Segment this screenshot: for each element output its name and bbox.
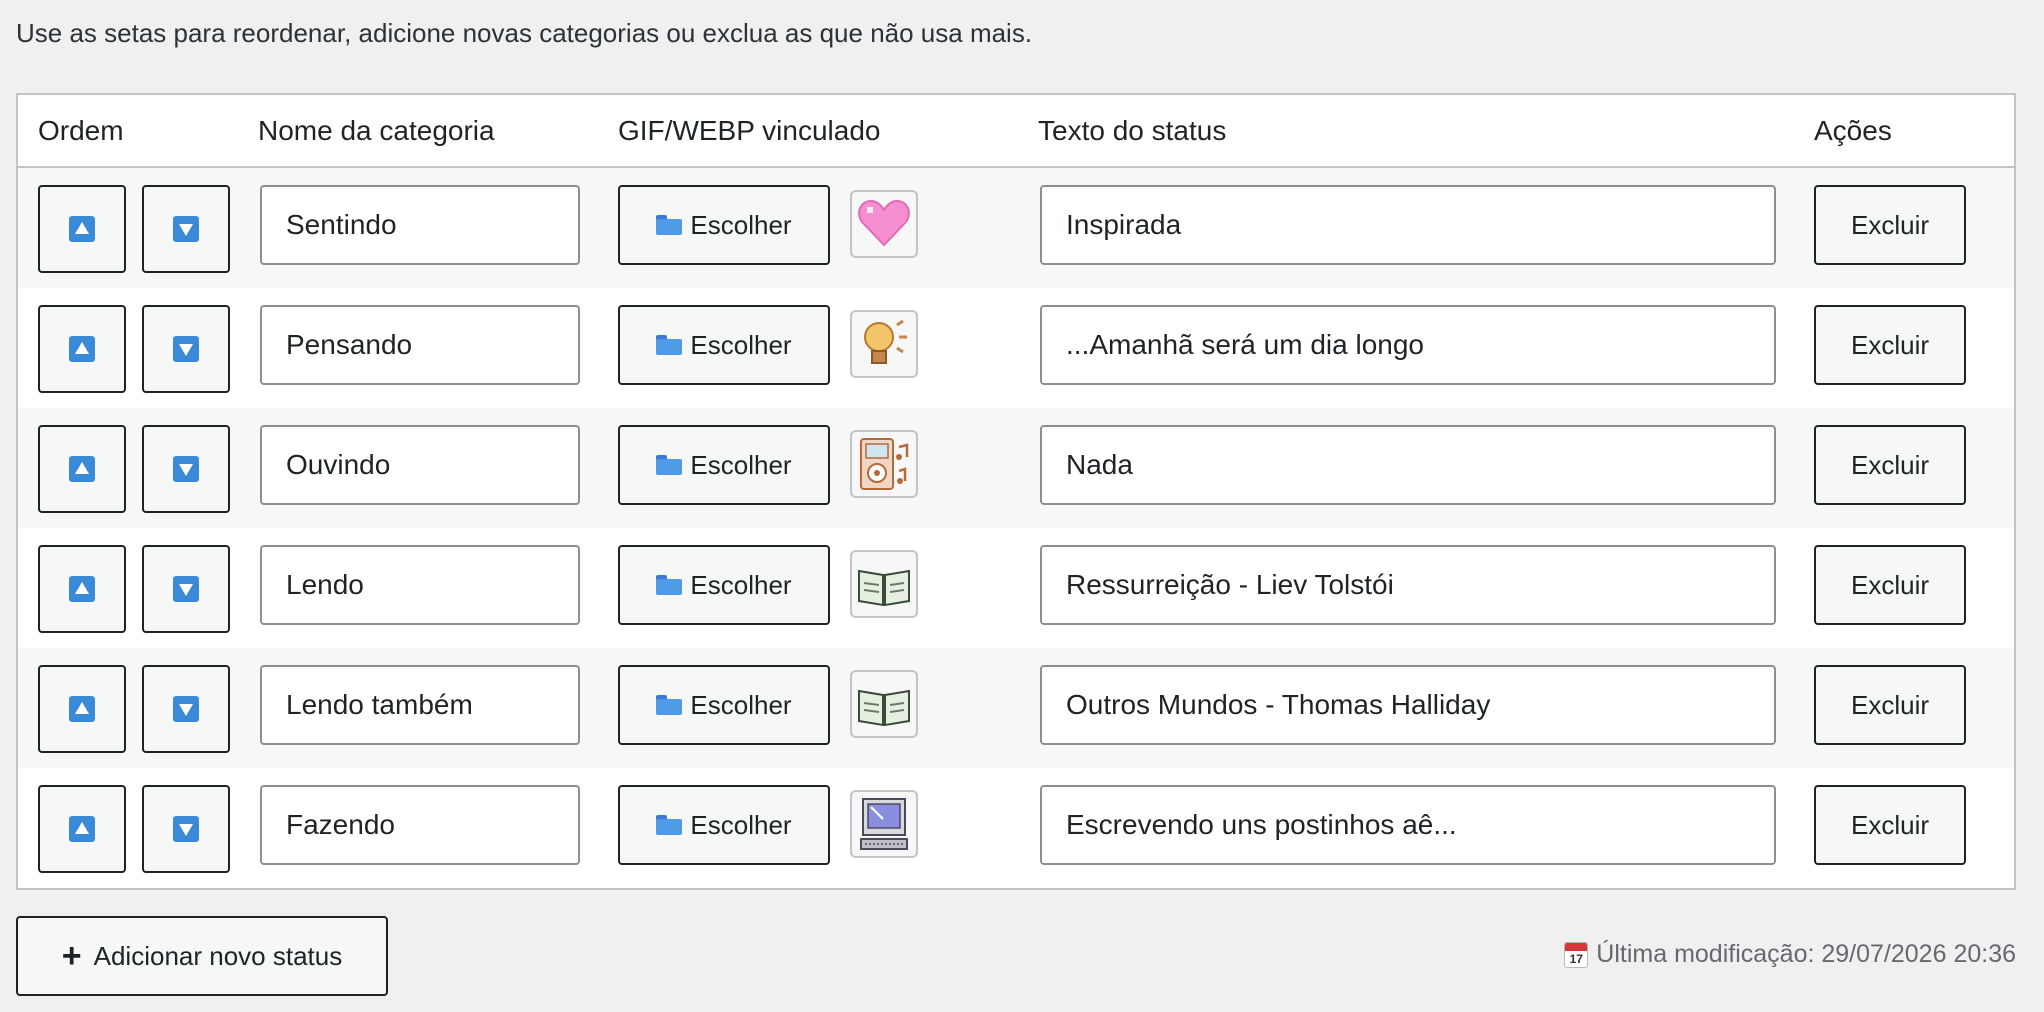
folder-icon xyxy=(656,455,683,475)
arrow-down-icon xyxy=(173,216,199,242)
choose-gif-button[interactable]: Escolher xyxy=(618,545,830,625)
arrow-down-icon xyxy=(173,576,199,602)
music-player-icon xyxy=(850,430,918,498)
move-up-button[interactable] xyxy=(38,785,126,873)
folder-icon xyxy=(656,575,683,595)
choose-gif-button[interactable]: Escolher xyxy=(618,305,830,385)
heart-icon xyxy=(850,190,918,258)
move-up-button[interactable] xyxy=(38,305,126,393)
move-down-button[interactable] xyxy=(142,665,230,753)
choose-button-label: Escolher xyxy=(690,689,792,720)
folder-icon xyxy=(656,215,683,235)
calendar-day: 17 xyxy=(1569,951,1583,966)
category-name-input[interactable] xyxy=(260,425,580,505)
folder-icon xyxy=(656,695,683,715)
status-text-input[interactable] xyxy=(1040,185,1776,265)
arrow-up-icon xyxy=(69,216,95,242)
delete-button[interactable]: Excluir xyxy=(1814,185,1966,265)
table-row: Escolher Excluir xyxy=(18,528,2014,648)
arrow-up-icon xyxy=(69,576,95,602)
book-icon xyxy=(850,670,918,738)
arrow-down-icon xyxy=(173,456,199,482)
arrow-up-icon xyxy=(69,456,95,482)
add-status-button[interactable]: + Adicionar novo status xyxy=(16,916,388,996)
delete-button[interactable]: Excluir xyxy=(1814,425,1966,505)
move-down-button[interactable] xyxy=(142,425,230,513)
table-row: Escolher Excluir xyxy=(18,408,2014,528)
calendar-icon: 17 xyxy=(1564,941,1589,968)
instructions-text: Use as setas para reordenar, adicione no… xyxy=(16,18,1033,48)
table-header: Ordem Nome da categoria GIF/WEBP vincula… xyxy=(18,95,2014,168)
arrow-up-icon xyxy=(69,696,95,722)
status-text-input[interactable] xyxy=(1040,305,1776,385)
header-status: Texto do status xyxy=(1038,115,1227,146)
arrow-down-icon xyxy=(173,816,199,842)
header-order: Ordem xyxy=(38,115,124,146)
folder-icon xyxy=(656,335,683,355)
status-text-input[interactable] xyxy=(1040,545,1776,625)
delete-button[interactable]: Excluir xyxy=(1814,305,1966,385)
arrow-up-icon xyxy=(69,336,95,362)
header-category: Nome da categoria xyxy=(258,115,495,146)
move-down-button[interactable] xyxy=(142,185,230,273)
status-text-input[interactable] xyxy=(1040,665,1776,745)
arrow-down-icon xyxy=(173,336,199,362)
delete-button[interactable]: Excluir xyxy=(1814,785,1966,865)
status-text-input[interactable] xyxy=(1040,785,1776,865)
table-row: Escolher Excluir xyxy=(18,648,2014,768)
choose-button-label: Escolher xyxy=(690,569,792,600)
move-up-button[interactable] xyxy=(38,425,126,513)
choose-button-label: Escolher xyxy=(690,329,792,360)
move-down-button[interactable] xyxy=(142,305,230,393)
last-modified: 17 Última modificação: 29/07/2026 20:36 xyxy=(1564,940,2016,969)
table-row: Escolher Excluir xyxy=(18,168,2014,288)
table-row: Escolher Excluir xyxy=(18,768,2014,888)
header-actions: Ações xyxy=(1814,115,1892,146)
choose-gif-button[interactable]: Escolher xyxy=(618,185,830,265)
arrow-down-icon xyxy=(173,696,199,722)
folder-icon xyxy=(656,815,683,835)
move-down-button[interactable] xyxy=(142,785,230,873)
computer-icon xyxy=(850,790,918,858)
last-modified-text: Última modificação: 29/07/2026 20:36 xyxy=(1596,940,2016,968)
add-status-label: Adicionar novo status xyxy=(93,940,343,971)
category-name-input[interactable] xyxy=(260,665,580,745)
delete-button[interactable]: Excluir xyxy=(1814,665,1966,745)
category-name-input[interactable] xyxy=(260,545,580,625)
table-row: Escolher Excluir xyxy=(18,288,2014,408)
move-up-button[interactable] xyxy=(38,185,126,273)
header-gif: GIF/WEBP vinculado xyxy=(618,115,881,146)
arrow-up-icon xyxy=(69,816,95,842)
choose-gif-button[interactable]: Escolher xyxy=(618,785,830,865)
plus-icon: + xyxy=(61,937,82,975)
move-up-button[interactable] xyxy=(38,665,126,753)
category-name-input[interactable] xyxy=(260,185,580,265)
book-icon xyxy=(850,550,918,618)
choose-button-label: Escolher xyxy=(690,809,792,840)
move-down-button[interactable] xyxy=(142,545,230,633)
category-name-input[interactable] xyxy=(260,305,580,385)
status-text-input[interactable] xyxy=(1040,425,1776,505)
lightbulb-icon xyxy=(850,310,918,378)
move-up-button[interactable] xyxy=(38,545,126,633)
choose-gif-button[interactable]: Escolher xyxy=(618,425,830,505)
category-name-input[interactable] xyxy=(260,785,580,865)
choose-button-label: Escolher xyxy=(690,209,792,240)
choose-button-label: Escolher xyxy=(690,449,792,480)
delete-button[interactable]: Excluir xyxy=(1814,545,1966,625)
choose-gif-button[interactable]: Escolher xyxy=(618,665,830,745)
status-table: Ordem Nome da categoria GIF/WEBP vincula… xyxy=(16,93,2016,890)
